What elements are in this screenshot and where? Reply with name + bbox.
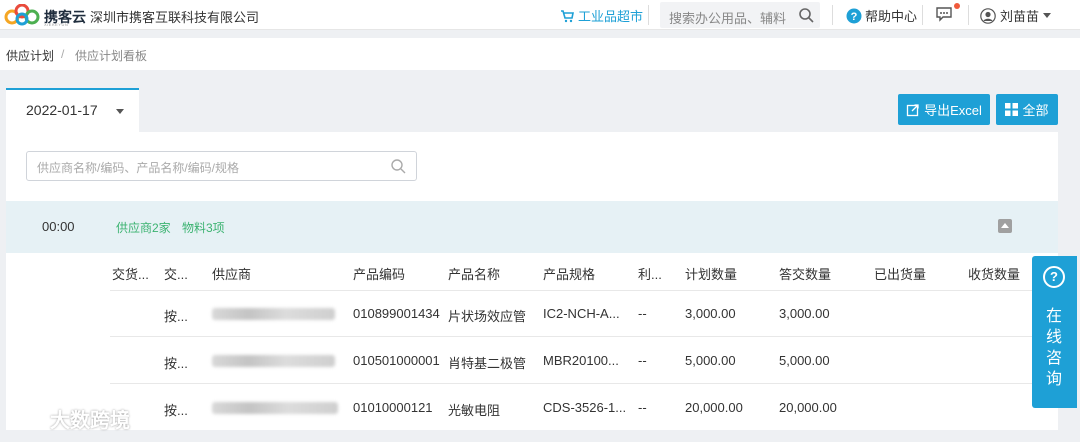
all-label: 全部 — [1022, 103, 1049, 118]
cell-product-name: 片状场效应管 — [448, 309, 527, 324]
cell-plan-qty: 3,000.00 — [685, 306, 736, 321]
question-icon: ? — [1043, 266, 1065, 288]
logo-icon — [4, 3, 40, 26]
notification-dot — [954, 3, 960, 9]
supplier-redacted — [212, 355, 335, 367]
grid-icon — [1005, 103, 1019, 116]
cell-profit: -- — [638, 353, 647, 368]
divider — [922, 5, 923, 25]
chevron-down-icon — [1043, 12, 1052, 18]
group-time: 00:00 — [42, 219, 75, 234]
col-product-code: 产品编码 — [353, 267, 406, 282]
cell-product-spec: CDS-3526-1... — [543, 400, 627, 415]
col-answer-qty: 答交数量 — [779, 267, 832, 282]
cell-profit: -- — [638, 306, 647, 321]
collapse-icon[interactable] — [998, 219, 1012, 233]
user-name: 刘苗苗 — [1000, 9, 1040, 24]
supplier-redacted — [212, 308, 335, 320]
filter-placeholder: 供应商名称/编码、产品名称/编码/规格 — [37, 161, 240, 175]
col-product-name: 产品名称 — [448, 267, 501, 282]
cart-icon — [561, 9, 574, 22]
cell-plan-qty: 20,000.00 — [685, 400, 743, 415]
cell-product-spec: IC2-NCH-A... — [543, 306, 620, 321]
cell-type: 按... — [164, 356, 188, 371]
plan-board-card: 供应商名称/编码、产品名称/编码/规格 00:00 供应商2家 物料3项 交货.… — [6, 132, 1058, 430]
time-group-header[interactable]: 00:00 供应商2家 物料3项 — [6, 201, 1058, 253]
cell-product-name: 光敏电阻 — [448, 403, 501, 418]
breadcrumb-item-dashboard: 供应计划看板 — [75, 49, 148, 63]
divider — [968, 5, 969, 25]
col-received-qty: 收货数量 — [968, 267, 1021, 282]
help-icon: ? — [846, 8, 862, 23]
search-icon[interactable] — [390, 158, 406, 174]
svg-text:?: ? — [851, 11, 858, 23]
export-excel-button[interactable]: 导出Excel — [898, 94, 990, 125]
cell-product-code: 010899001434 — [353, 306, 440, 321]
consult-label: 在线咨询 — [1045, 308, 1062, 388]
company-name: 深圳市携客互联科技有限公司 — [90, 10, 260, 25]
row-divider — [110, 290, 1058, 291]
cell-product-code: 010501000001 — [353, 353, 440, 368]
cell-profit: -- — [638, 400, 647, 415]
watermark: 大数跨境 — [6, 404, 130, 433]
date-value: 2022-01-17 — [26, 102, 98, 118]
row-divider — [110, 383, 1058, 384]
group-supplier-count: 供应商2家 — [116, 221, 171, 235]
cell-type: 按... — [164, 403, 188, 418]
caret-down-icon — [116, 109, 124, 114]
date-selector[interactable]: 2022-01-17 — [6, 88, 139, 132]
watermark-text: 大数跨境 — [50, 410, 130, 432]
global-search[interactable]: 搜索办公用品、辅料 — [660, 2, 820, 28]
col-delivery: 交货... — [112, 267, 149, 282]
help-center-link[interactable]: ? 帮助中心 — [846, 6, 917, 25]
message-icon[interactable] — [935, 6, 953, 22]
watermark-logo-icon — [7, 410, 45, 427]
col-supplier: 供应商 — [212, 267, 252, 282]
row-divider — [110, 336, 1058, 337]
filter-search-input[interactable]: 供应商名称/编码、产品名称/编码/规格 — [26, 151, 417, 181]
cell-type: 按... — [164, 309, 188, 324]
supplier-redacted — [212, 402, 338, 414]
col-product-spec: 产品规格 — [543, 267, 596, 282]
cell-answer-qty: 3,000.00 — [779, 306, 830, 321]
divider — [648, 5, 649, 25]
export-label: 导出Excel — [924, 103, 982, 118]
cell-product-spec: MBR20100... — [543, 353, 619, 368]
col-plan-qty: 计划数量 — [685, 267, 738, 282]
mall-label: 工业品超市 — [578, 9, 644, 24]
breadcrumb-item-supply-plan[interactable]: 供应计划 — [6, 47, 54, 64]
top-header: 携客云 XIEKEYUN 深圳市携客互联科技有限公司 工业品超市 搜索办公用品、… — [0, 0, 1080, 30]
user-menu[interactable]: 刘苗苗 — [980, 6, 1052, 25]
divider — [832, 5, 833, 25]
search-icon[interactable] — [798, 7, 814, 23]
logo[interactable]: 携客云 XIEKEYUN — [4, 3, 86, 27]
col-profit: 利... — [638, 267, 662, 282]
group-material-count: 物料3项 — [182, 221, 225, 235]
cell-answer-qty: 20,000.00 — [779, 400, 837, 415]
cell-product-name: 肖特基二极管 — [448, 356, 527, 371]
user-avatar-icon — [980, 7, 996, 24]
global-search-placeholder: 搜索办公用品、辅料 — [669, 11, 787, 26]
mall-link[interactable]: 工业品超市 — [560, 6, 643, 25]
online-consult-button[interactable]: ? 在线咨询 — [1032, 256, 1077, 408]
col-type: 交... — [164, 267, 188, 282]
help-label: 帮助中心 — [865, 9, 918, 24]
cell-plan-qty: 5,000.00 — [685, 353, 736, 368]
cell-product-code: 01010000121 — [353, 400, 433, 415]
breadcrumb-separator: / — [61, 47, 65, 61]
breadcrumb: 供应计划 / 供应计划看板 — [0, 38, 1080, 70]
cell-answer-qty: 5,000.00 — [779, 353, 830, 368]
logo-subtext: XIEKEYUN — [44, 22, 69, 27]
show-all-button[interactable]: 全部 — [996, 94, 1058, 125]
export-icon — [906, 103, 919, 116]
col-shipped-qty: 已出货量 — [874, 267, 927, 282]
